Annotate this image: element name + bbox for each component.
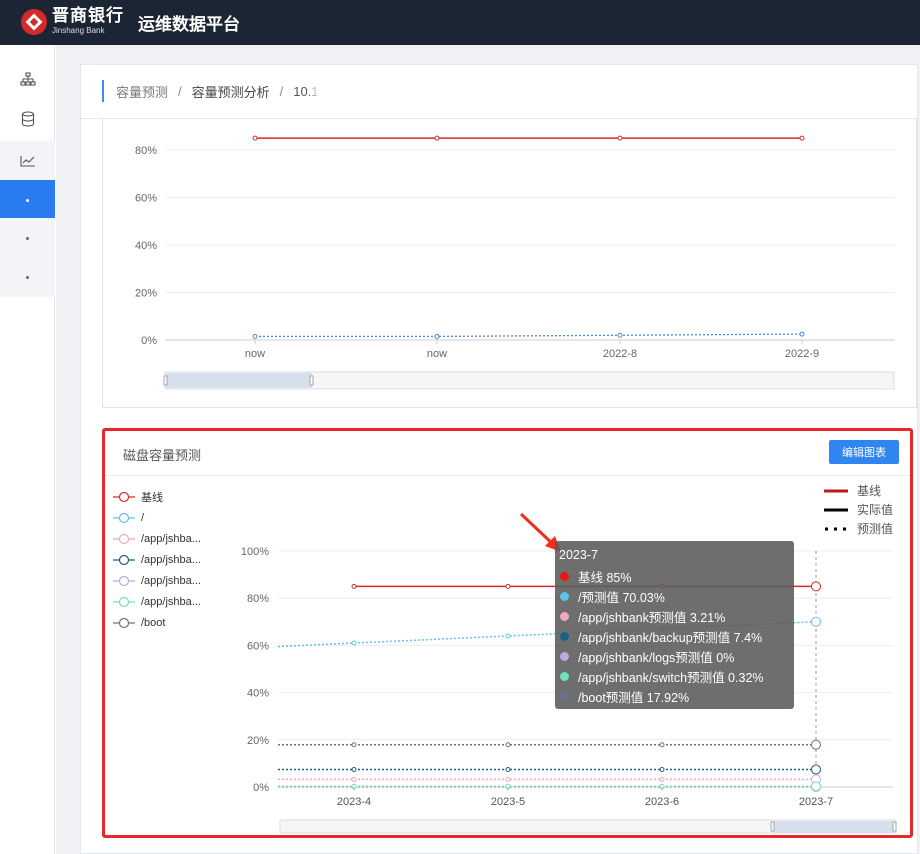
y-tick-label: 60% bbox=[247, 640, 269, 652]
y-tick-label: 100% bbox=[241, 546, 269, 558]
tooltip-row-text: /boot预测值 17.92% bbox=[578, 690, 690, 705]
data-point bbox=[505, 767, 511, 773]
x-tick-label: 2023-4 bbox=[337, 796, 371, 808]
data-point bbox=[351, 783, 357, 789]
tooltip-row: 基线 85% bbox=[559, 566, 794, 586]
data-point bbox=[811, 781, 821, 792]
tooltip-row: /预测值 70.03% bbox=[559, 586, 794, 606]
series-color-dot-icon bbox=[560, 631, 569, 641]
tooltip-row-text: /预测值 70.03% bbox=[578, 590, 665, 605]
x-tick-label: 2023-6 bbox=[645, 796, 679, 808]
y-tick-label: 80% bbox=[247, 593, 269, 605]
data-point bbox=[351, 767, 357, 773]
tooltip-row-text: /app/jshbank/switch预测值 0.32% bbox=[578, 670, 764, 685]
data-point bbox=[505, 742, 511, 748]
x-tick-label: 2023-7 bbox=[799, 796, 833, 808]
tooltip-row: /app/jshbank/logs预测值 0% bbox=[559, 646, 794, 666]
series-color-dot-icon bbox=[560, 651, 569, 661]
data-point bbox=[811, 581, 821, 592]
data-point bbox=[659, 776, 665, 782]
data-point bbox=[811, 764, 821, 775]
series-color-dot-icon bbox=[560, 591, 569, 601]
series-color-dot-icon bbox=[560, 571, 569, 581]
data-point bbox=[659, 767, 665, 773]
y-tick-label: 0% bbox=[253, 782, 269, 794]
zoom-slider-window bbox=[773, 821, 895, 833]
data-point bbox=[505, 633, 511, 639]
tooltip-row-text: /app/jshbank/logs预测值 0% bbox=[578, 650, 735, 665]
data-point bbox=[811, 739, 821, 750]
tooltip-row-text: /app/jshbank/backup预测值 7.4% bbox=[578, 630, 763, 645]
y-tick-label: 40% bbox=[247, 688, 269, 700]
data-point bbox=[351, 583, 357, 589]
tooltip-row-text: /app/jshbank预测值 3.21% bbox=[578, 610, 726, 625]
data-point bbox=[659, 783, 665, 789]
disk-chart: 100% 80% 60% 40% 20% 0% 2023-4 2023-5 2023-6 2023… bbox=[241, 546, 897, 834]
series-color-dot-icon bbox=[560, 611, 569, 621]
data-point bbox=[505, 783, 511, 789]
tooltip-title: 2023-7 bbox=[559, 548, 598, 562]
data-point bbox=[505, 583, 511, 589]
data-point bbox=[659, 742, 665, 748]
zoom-slider-handle bbox=[892, 821, 897, 832]
tooltip-row: /app/jshbank/switch预测值 0.32% bbox=[559, 666, 794, 686]
tooltip-row: /boot预测值 17.92% bbox=[559, 686, 794, 706]
tooltip-row: /app/jshbank预测值 3.21% bbox=[559, 606, 794, 626]
data-point bbox=[351, 640, 357, 646]
series-color-dot-icon bbox=[560, 691, 569, 701]
tooltip-row: /app/jshbank/backup预测值 7.4% bbox=[559, 626, 794, 646]
data-point bbox=[811, 616, 821, 627]
chart-tooltip: 2023-7 基线 85% /预测值 70.03% /app/jshbank预测值 … bbox=[555, 541, 794, 709]
x-tick-label: 2023-5 bbox=[491, 796, 525, 808]
series-color-dot-icon bbox=[560, 671, 569, 681]
data-point bbox=[505, 776, 511, 782]
y-tick-label: 20% bbox=[247, 735, 269, 747]
tooltip-row-text: 基线 85% bbox=[578, 570, 632, 585]
data-point bbox=[351, 742, 357, 748]
zoom-slider-handle bbox=[770, 821, 775, 832]
data-point bbox=[351, 776, 357, 782]
